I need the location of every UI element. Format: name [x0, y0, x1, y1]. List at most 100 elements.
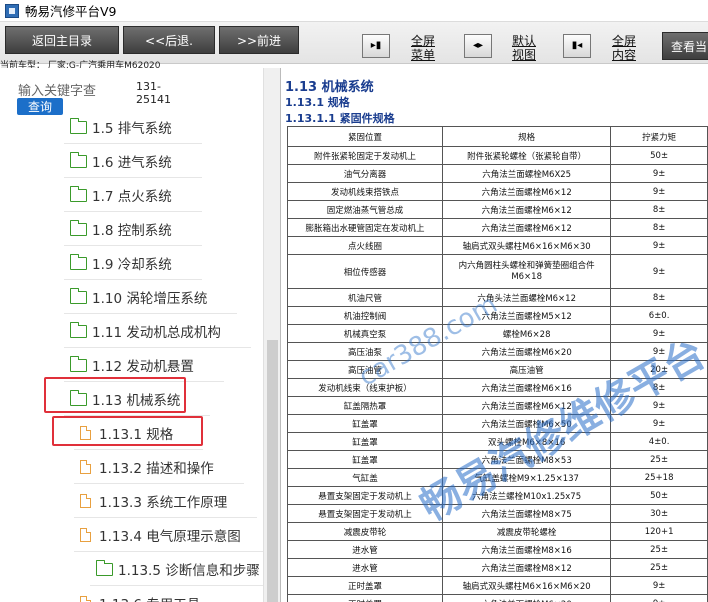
doc-icon — [80, 527, 92, 542]
tree-item[interactable]: 1.13.4 电气原理示意图 — [74, 518, 271, 552]
table-cell: 9± — [610, 414, 708, 433]
table-row: 附件张紧轮固定于发动机上 附件张紧轮螺栓（张紧轮自带） 50± — [286, 146, 708, 165]
table-cell: 50± — [610, 146, 708, 165]
tree-item[interactable]: 1.13.3 系统工作原理 — [74, 484, 258, 518]
doc-icon — [80, 595, 92, 602]
tree-item[interactable]: 1.11 发动机总成机构 — [64, 314, 251, 348]
view-current-button[interactable]: 查看当 — [662, 32, 708, 60]
content-pane: 1.13 机械系统 1.13.1 规格 1.13.1.1 紧固件规格 紧固位置 … — [280, 68, 708, 602]
table-cell: 25± — [610, 450, 708, 469]
table-cell: 点火线圈 — [286, 236, 444, 255]
fullscreen-menu-button[interactable]: ▸▮ — [362, 34, 390, 58]
table-cell: 正时盖罩 — [286, 594, 444, 602]
tree-item[interactable]: 1.7 点火系统 — [64, 178, 202, 212]
tree-item-label: 1.5 排气系统 — [92, 121, 172, 137]
table-cell: 进水管 — [286, 558, 444, 577]
table-cell: 六角法兰螺栓M10x1.25x75 — [442, 486, 612, 505]
table-cell: 发动机线束搭铁点 — [286, 182, 444, 201]
table-cell: 六角法兰面螺栓M6×12 — [442, 218, 612, 237]
folder-icon — [69, 185, 87, 202]
table-cell: 机油控制阀 — [286, 306, 444, 325]
scrollbar-thumb[interactable] — [267, 340, 278, 602]
table-cell: 9± — [610, 342, 708, 361]
column-header: 紧固位置 — [286, 126, 444, 147]
table-cell: 轴肩式双头螺柱M6×16×M6×30 — [442, 236, 612, 255]
split-view-icon: ◂▸ — [472, 40, 484, 51]
fullscreen-menu-link[interactable]: 全屏菜单 — [406, 34, 440, 62]
query-button[interactable]: 查询 — [17, 98, 63, 115]
folder-icon — [69, 355, 87, 372]
table-cell: 发动机线束（线束护板） — [286, 378, 444, 397]
table-cell: 6±0. — [610, 306, 708, 325]
column-header: 拧紧力矩 — [610, 126, 708, 147]
table-cell: 4±0. — [610, 432, 708, 451]
table-cell: 附件张紧轮螺栓（张紧轮自带） — [442, 146, 612, 165]
tree-item-label: 1.7 点火系统 — [92, 189, 172, 205]
table-cell: 50± — [610, 486, 708, 505]
default-view-button[interactable]: ◂▸ — [464, 34, 492, 58]
tree-item[interactable]: 1.8 控制系统 — [64, 212, 202, 246]
tree-scrollbar[interactable] — [263, 68, 280, 602]
tree-item[interactable]: 1.9 冷却系统 — [64, 246, 202, 280]
table-cell: 六角法兰面螺栓M8×12 — [442, 558, 612, 577]
table-cell: 8± — [610, 200, 708, 219]
table-cell: 正时盖罩 — [286, 576, 444, 595]
forward-button[interactable]: >>前进 — [219, 26, 299, 54]
table-cell: 悬置支架固定于发动机上 — [286, 486, 444, 505]
table-row: 机械真空泵 螺栓M6×28 9± — [286, 324, 708, 343]
table-cell: 轴肩式双头螺柱M6×16×M6×20 — [442, 576, 612, 595]
table-cell: 六角法兰面螺栓M8×16 — [442, 540, 612, 559]
app-icon — [5, 3, 19, 18]
tree-item[interactable]: 1.10 涡轮增压系统 — [64, 280, 238, 314]
table-cell: 六角法兰面螺栓M5×12 — [442, 306, 612, 325]
table-row: 膨胀箱出水硬管固定在发动机上 六角法兰面螺栓M6×12 8± — [286, 218, 708, 237]
table-cell: 高压油泵 — [286, 342, 444, 361]
fullscreen-content-button[interactable]: ▮◂ — [563, 34, 591, 58]
tree-item[interactable]: 1.13.5 诊断信息和步骤 — [90, 552, 280, 586]
table-cell: 30± — [610, 504, 708, 523]
title-bar: 畅易汽修平台V9 — [0, 0, 708, 22]
tree-item[interactable]: 1.5 排气系统 — [64, 110, 202, 144]
table-row: 缸盖隔热罩 六角法兰面螺栓M6×12 9± — [286, 396, 708, 415]
table-cell: 六角法兰面螺栓M6×20 — [442, 342, 612, 361]
table-header-row: 紧固位置 规格 拧紧力矩 — [286, 126, 708, 147]
table-cell: 六角法兰面螺栓M6X25 — [442, 164, 612, 183]
search-label: 输入关键字查 — [18, 84, 97, 99]
table-cell: 六角法兰面螺栓M6×50 — [442, 414, 612, 433]
folder-icon — [69, 219, 87, 236]
table-cell: 气缸盖螺栓M9×1.25×137 — [442, 468, 612, 487]
back-button[interactable]: <<后退. — [123, 26, 215, 54]
table-cell: 进水管 — [286, 540, 444, 559]
table-cell: 附件张紧轮固定于发动机上 — [286, 146, 444, 165]
table-cell: 缸盖隔热罩 — [286, 396, 444, 415]
table-cell: 25+18 — [610, 468, 708, 487]
navigation-pane: 输入关键字查 131-25141 查询 1.5 排气系统 1.6 进气系统 1.7 … — [0, 68, 280, 602]
expand-left-icon: ▮◂ — [571, 40, 583, 51]
table-cell: 六角法兰面螺栓M6×12 — [442, 182, 612, 201]
table-cell: 8± — [610, 218, 708, 237]
tree-item[interactable]: 1.6 进气系统 — [64, 144, 202, 178]
tree-item-label: 1.12 发动机悬置 — [92, 359, 194, 375]
table-cell: 120+1 — [610, 522, 708, 541]
expand-right-icon: ▸▮ — [370, 40, 382, 51]
table-row: 高压油管 高压油管 20± — [286, 360, 708, 379]
table-cell: 缸盖罩 — [286, 450, 444, 469]
tree-item-label: 1.13.2 描述和操作 — [99, 461, 214, 477]
tree-item[interactable]: 1.13.2 描述和操作 — [74, 450, 244, 484]
default-view-link[interactable]: 默认视图 — [507, 34, 541, 62]
table-row: 正时盖罩 轴肩式双头螺柱M6×16×M6×20 9± — [286, 576, 708, 595]
table-cell: 9± — [610, 324, 708, 343]
table-row: 发动机线束（线束护板） 六角法兰面螺栓M6×16 8± — [286, 378, 708, 397]
highlight-box-specs — [52, 416, 203, 446]
table-cell: 8± — [610, 378, 708, 397]
table-row: 发动机线束搭铁点 六角法兰面螺栓M6×12 9± — [286, 182, 708, 201]
table-cell: 9± — [610, 576, 708, 595]
table-cell: 膨胀箱出水硬管固定在发动机上 — [286, 218, 444, 237]
table-row: 悬置支架固定于发动机上 六角法兰螺栓M10x1.25x75 50± — [286, 486, 708, 505]
table-cell: 9± — [610, 182, 708, 201]
tree-item[interactable]: 1.13.6 专用工具 — [80, 586, 200, 602]
fullscreen-content-link[interactable]: 全屏内容 — [607, 34, 641, 62]
table-cell: 油气分离器 — [286, 164, 444, 183]
doc-icon — [80, 459, 92, 474]
home-button[interactable]: 返回主目录 — [5, 26, 119, 54]
